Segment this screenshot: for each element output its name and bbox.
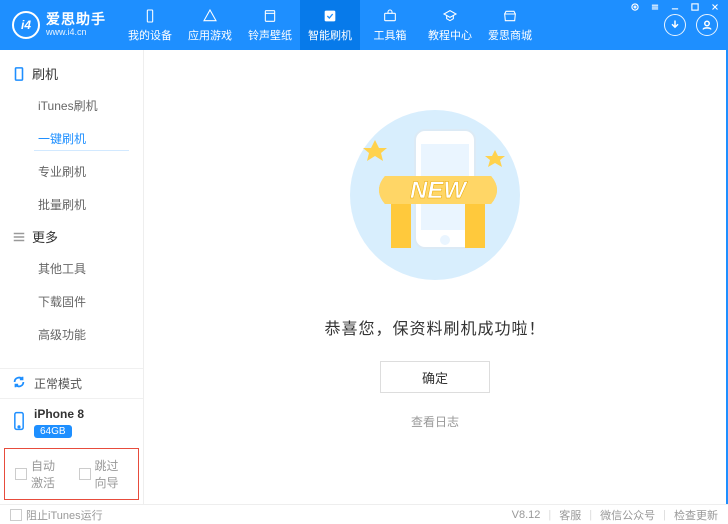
brand-title: 爱思助手: [46, 12, 106, 27]
block-itunes-checkbox[interactable]: 阻止iTunes运行: [10, 507, 103, 523]
menu-window-button[interactable]: [646, 0, 664, 14]
mode-text: 正常模式: [34, 375, 82, 392]
nav-ringtones[interactable]: 铃声壁纸: [240, 0, 300, 50]
sidebar-item-advanced[interactable]: 高级功能: [0, 318, 143, 351]
checkbox-label: 跳过向导: [95, 457, 129, 491]
minimize-window-button[interactable]: [666, 0, 684, 14]
nav-tools[interactable]: 工具箱: [360, 0, 420, 50]
device-name: iPhone 8: [34, 407, 84, 421]
nav-tutorials[interactable]: 教程中心: [420, 0, 480, 50]
device-info[interactable]: iPhone 8 64GB: [0, 398, 143, 448]
options-highlighted-box: 自动激活 跳过向导: [4, 448, 139, 500]
success-illustration: NEW: [335, 100, 535, 295]
device-icon: [142, 8, 158, 24]
nav-label: 应用游戏: [188, 27, 232, 43]
maximize-window-button[interactable]: [686, 0, 704, 14]
main-content: NEW 恭喜您，保资料刷机成功啦！ 确定 查看日志: [144, 50, 728, 504]
ok-button[interactable]: 确定: [380, 361, 490, 393]
footer-bar: 阻止iTunes运行 V8.12 | 客服 | 微信公众号 | 检查更新: [0, 504, 728, 524]
nav-label: 铃声壁纸: [248, 27, 292, 43]
sidebar-item-batch-flash[interactable]: 批量刷机: [0, 188, 143, 221]
refresh-icon: [12, 375, 26, 392]
nav-my-device[interactable]: 我的设备: [120, 0, 180, 50]
download-icon[interactable]: [664, 14, 686, 36]
new-text: NEW: [410, 177, 468, 204]
tutorial-icon: [442, 8, 458, 24]
window-controls: [626, 0, 724, 14]
customer-service-link[interactable]: 客服: [559, 507, 581, 523]
success-message: 恭喜您，保资料刷机成功啦！: [324, 315, 545, 339]
nav-label: 我的设备: [128, 27, 172, 43]
check-update-link[interactable]: 检查更新: [674, 507, 718, 523]
toolbox-icon: [382, 8, 398, 24]
nav-store[interactable]: 爱思商城: [480, 0, 540, 50]
nav-label: 智能刷机: [308, 27, 352, 43]
settings-window-button[interactable]: [626, 0, 644, 14]
user-icon[interactable]: [696, 14, 718, 36]
sidebar: 刷机 iTunes刷机 一键刷机 专业刷机 批量刷机 更多 其他工具 下载固件 …: [0, 50, 144, 504]
sidebar-item-itunes-flash[interactable]: iTunes刷机: [0, 89, 143, 122]
wechat-link[interactable]: 微信公众号: [600, 507, 655, 523]
checkbox-label: 自动激活: [31, 457, 65, 491]
checkbox-icon: [79, 468, 91, 480]
brand-url: www.i4.cn: [46, 28, 106, 38]
hamburger-icon: [12, 230, 26, 244]
view-log-link[interactable]: 查看日志: [411, 413, 459, 430]
sidebar-section-more: 更多: [0, 221, 143, 252]
skip-guide-checkbox[interactable]: 跳过向导: [79, 457, 129, 491]
sidebar-item-oneclick-flash[interactable]: 一键刷机: [0, 122, 143, 155]
nav-flash[interactable]: 智能刷机: [300, 0, 360, 50]
brand: i4 爱思助手 www.i4.cn: [0, 11, 120, 39]
checkbox-icon: [15, 468, 27, 480]
sidebar-item-pro-flash[interactable]: 专业刷机: [0, 155, 143, 188]
phone-icon: [12, 67, 26, 81]
nav-label: 教程中心: [428, 27, 472, 43]
main-nav: 我的设备 应用游戏 铃声壁纸 智能刷机 工具箱 教程中心 爱思商城: [120, 0, 540, 50]
store-icon: [502, 8, 518, 24]
sidebar-section-flash: 刷机: [0, 58, 143, 89]
checkbox-icon: [10, 509, 22, 521]
close-window-button[interactable]: [706, 0, 724, 14]
auto-activate-checkbox[interactable]: 自动激活: [15, 457, 65, 491]
apps-icon: [202, 8, 218, 24]
phone-icon: [12, 411, 26, 434]
brand-logo-icon: i4: [12, 11, 40, 39]
storage-badge: 64GB: [34, 425, 72, 438]
sidebar-item-download-firmware[interactable]: 下载固件: [0, 285, 143, 318]
section-title: 更多: [32, 227, 58, 246]
body: 刷机 iTunes刷机 一键刷机 专业刷机 批量刷机 更多 其他工具 下载固件 …: [0, 50, 728, 504]
nav-label: 工具箱: [374, 27, 407, 43]
nav-apps-games[interactable]: 应用游戏: [180, 0, 240, 50]
flash-icon: [322, 8, 338, 24]
checkbox-label: 阻止iTunes运行: [26, 507, 103, 523]
version-text: V8.12: [512, 509, 541, 521]
mode-status[interactable]: 正常模式: [0, 368, 143, 398]
sidebar-item-other-tools[interactable]: 其他工具: [0, 252, 143, 285]
nav-label: 爱思商城: [488, 27, 532, 43]
section-title: 刷机: [32, 64, 58, 83]
music-icon: [262, 8, 278, 24]
app-header: i4 爱思助手 www.i4.cn 我的设备 应用游戏 铃声壁纸 智能刷机 工具…: [0, 0, 728, 50]
